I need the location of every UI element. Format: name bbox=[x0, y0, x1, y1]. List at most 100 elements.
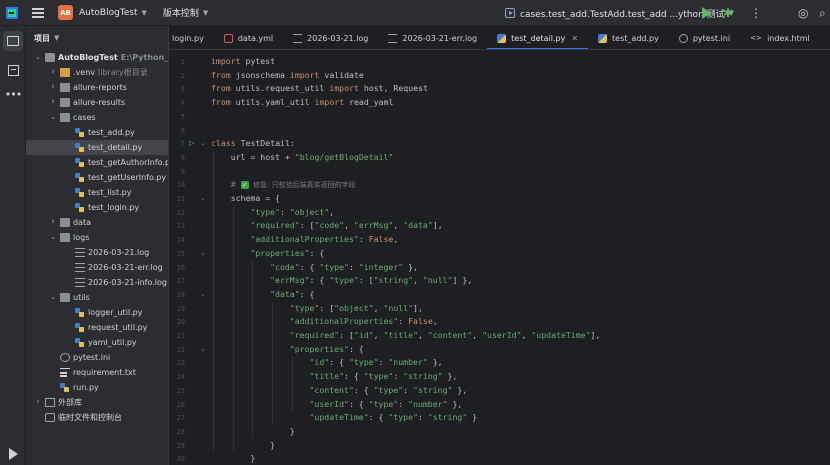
tree-item[interactable]: ⌄ utils bbox=[26, 290, 168, 305]
search-icon[interactable]: ⌕ bbox=[819, 6, 826, 20]
editor-tab[interactable]: login.py bbox=[169, 26, 214, 49]
code-token: "title" bbox=[383, 330, 418, 340]
tree-item[interactable]: › .venv library根目录 bbox=[26, 65, 168, 80]
tree-item[interactable]: test_login.py bbox=[26, 200, 168, 215]
tree-item[interactable]: test_list.py bbox=[26, 185, 168, 200]
chevron-down-icon[interactable]: ⌄ bbox=[49, 290, 57, 305]
code-token: }, bbox=[447, 398, 463, 409]
code-token: ] }, bbox=[452, 275, 473, 286]
code-token: ], bbox=[432, 220, 443, 231]
run-icon[interactable] bbox=[702, 7, 711, 19]
editor-tab[interactable]: pytest.ini bbox=[669, 26, 740, 49]
line-number: 4 bbox=[180, 99, 185, 108]
tree-item[interactable]: ⌄ AutoBlogTestE:\Python_Auto bbox=[26, 50, 168, 65]
tree-item-label: test_list.py bbox=[88, 185, 131, 200]
tree-item[interactable]: test_detail.py bbox=[26, 140, 168, 155]
debug-icon[interactable]: ✱ bbox=[723, 6, 733, 20]
ini-icon bbox=[60, 353, 70, 362]
code-token: "type" bbox=[368, 398, 399, 409]
chevron-right-icon[interactable]: › bbox=[49, 95, 57, 110]
fold-icon[interactable]: ⌄ bbox=[200, 139, 206, 147]
tree-item-name: logs bbox=[73, 233, 90, 242]
log-icon bbox=[75, 263, 85, 272]
vcs-menu[interactable]: 版本控制 bbox=[163, 6, 199, 19]
code-token: } bbox=[289, 425, 295, 436]
editor-tab[interactable]: data.yml bbox=[214, 26, 283, 49]
tree-item[interactable]: › allure-results bbox=[26, 95, 168, 110]
tree-item[interactable]: logger_util.py bbox=[26, 305, 168, 320]
line-number: 5 bbox=[180, 112, 185, 121]
tree-item-hint: E:\Python_Auto bbox=[120, 53, 168, 62]
project-name[interactable]: AutoBlogTest bbox=[79, 8, 138, 18]
chevron-down-icon[interactable]: ⌄ bbox=[49, 230, 57, 245]
chevron-down-icon[interactable]: ⌄ bbox=[49, 110, 57, 125]
tree-item[interactable]: test_add.py bbox=[26, 125, 168, 140]
project-badge[interactable]: AB bbox=[58, 5, 73, 20]
tree-item[interactable]: 2026-03-21-err.log bbox=[26, 260, 168, 275]
fold-icon[interactable]: ⌄ bbox=[200, 194, 206, 202]
project-tool-button[interactable] bbox=[3, 31, 23, 51]
tree-item[interactable]: run.py bbox=[26, 380, 168, 395]
editor-tab[interactable]: 2026-03-21-err.log bbox=[378, 26, 487, 49]
line-number: 16 bbox=[176, 263, 185, 272]
code-token: False bbox=[408, 316, 433, 327]
indent-guide bbox=[232, 205, 234, 453]
tree-item[interactable]: ⌄ cases bbox=[26, 110, 168, 125]
chevron-right-icon[interactable]: › bbox=[49, 65, 57, 80]
log-file-icon bbox=[293, 33, 303, 43]
chevron-right-icon[interactable]: › bbox=[34, 395, 42, 410]
code-token: , bbox=[521, 330, 532, 340]
editor-tab[interactable]: <> index.html bbox=[740, 26, 820, 49]
line-number: 23 bbox=[176, 359, 185, 368]
editor-tab-label: test_detail.py bbox=[511, 33, 566, 43]
editor-tab[interactable]: test_detail.py ✕ bbox=[487, 26, 589, 49]
code-token: }, bbox=[442, 371, 458, 382]
tree-item[interactable]: test_getUserInfo.py bbox=[26, 170, 168, 185]
chevron-right-icon[interactable]: › bbox=[49, 80, 57, 95]
chevron-down-icon[interactable]: ▼ bbox=[142, 9, 147, 17]
code-token: "type" bbox=[250, 206, 280, 217]
tree-item-label: run.py bbox=[73, 380, 99, 395]
tree-item[interactable]: request_util.py bbox=[26, 320, 168, 335]
run-gutter-icon[interactable]: ▷ bbox=[189, 139, 194, 147]
editor-tab[interactable]: 2026-03-21.log bbox=[283, 26, 378, 49]
run-config-icon bbox=[505, 8, 515, 18]
tree-item[interactable]: 临时文件和控制台 bbox=[26, 410, 168, 425]
code-line: } bbox=[250, 452, 255, 465]
chevron-down-icon[interactable]: ▼ bbox=[203, 9, 208, 17]
tree-item[interactable]: ⌄ logs bbox=[26, 230, 168, 245]
tree-item[interactable]: 2026-03-21-info.log bbox=[26, 275, 168, 290]
ai-assistant-icon[interactable]: ◎ bbox=[798, 6, 808, 20]
tree-item[interactable]: › allure-reports bbox=[26, 80, 168, 95]
structure-tool-button[interactable] bbox=[3, 60, 23, 80]
tree-item[interactable]: pytest.ini bbox=[26, 350, 168, 365]
more-actions-icon[interactable]: ⋮ bbox=[750, 6, 762, 20]
chevron-down-icon[interactable]: ▼ bbox=[54, 34, 59, 42]
tree-item[interactable]: yaml_util.py bbox=[26, 335, 168, 350]
tree-item[interactable]: › 外部库 bbox=[26, 395, 168, 410]
tree-item-name: data bbox=[73, 218, 92, 227]
chevron-right-icon[interactable]: › bbox=[49, 215, 57, 230]
tree-item[interactable]: requirement.txt bbox=[26, 365, 168, 380]
fold-icon[interactable]: ⌄ bbox=[200, 249, 206, 257]
tree-item[interactable]: test_getAuthorInfo.py bbox=[26, 155, 168, 170]
fold-icon[interactable]: ⌄ bbox=[200, 345, 206, 353]
run-config-selector[interactable]: cases.test_add.TestAdd.test_add ...ython… bbox=[505, 0, 734, 26]
close-icon[interactable]: ✕ bbox=[571, 34, 578, 43]
tree-item[interactable]: › data bbox=[26, 215, 168, 230]
run-tool-button[interactable] bbox=[3, 444, 23, 464]
code-token: "type" bbox=[363, 371, 394, 382]
project-panel-header[interactable]: 项目 ▼ bbox=[26, 26, 168, 50]
more-tools-button[interactable]: ••• bbox=[3, 84, 23, 104]
code-view[interactable]: import pytest from jsonschema import vali… bbox=[211, 51, 830, 465]
code-token: 修复: 只校验后端真实返回的字段 bbox=[248, 181, 356, 190]
chevron-down-icon[interactable]: ⌄ bbox=[34, 50, 42, 65]
code-token: "properties" bbox=[250, 247, 310, 258]
editor-tab[interactable]: test_add.py bbox=[588, 26, 669, 49]
code-token: "null" bbox=[422, 275, 453, 286]
fold-icon[interactable]: ⌄ bbox=[200, 290, 206, 298]
tree-item-label: .venv library根目录 bbox=[73, 65, 148, 80]
main-menu-icon[interactable] bbox=[32, 7, 44, 18]
tree-item[interactable]: 2026-03-21.log bbox=[26, 245, 168, 260]
tree-item-name: cases bbox=[73, 113, 96, 122]
